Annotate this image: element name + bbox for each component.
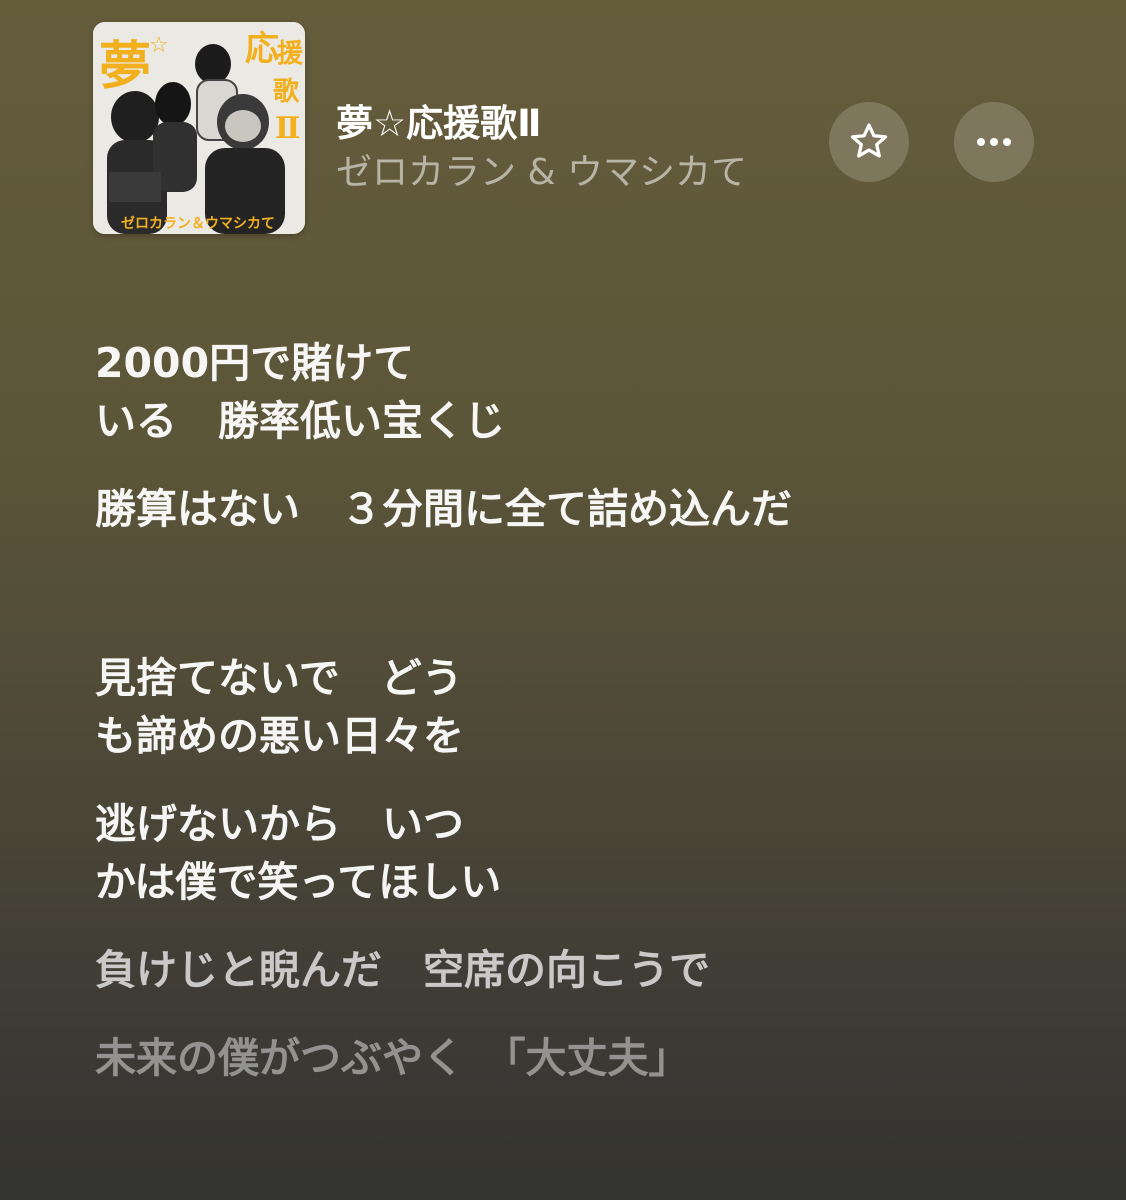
album-cover[interactable]: 夢 ☆ 応 援 歌 Ⅱ ゼロカラン＆ウマシカて bbox=[93, 22, 305, 234]
lyric-line[interactable]: 負けじと睨んだ 空席の向こうで bbox=[95, 941, 1095, 999]
svg-text:ゼロカラン＆ウマシカて: ゼロカラン＆ウマシカて bbox=[121, 215, 275, 232]
album-cover-art: 夢 ☆ 応 援 歌 Ⅱ ゼロカラン＆ウマシカて bbox=[93, 22, 305, 234]
song-title[interactable]: 夢☆応援歌Ⅱ bbox=[336, 93, 542, 147]
lyric-line[interactable]: 逃げないから いつ bbox=[95, 795, 1095, 853]
svg-text:応: 応 bbox=[245, 29, 279, 69]
svg-text:歌: 歌 bbox=[273, 77, 300, 107]
lyric-line[interactable]: かは僕で笑ってほしい bbox=[95, 853, 1095, 911]
lyrics-view[interactable]: 2000円で賭けて いる 勝率低い宝くじ 勝算はない ３分間に全て詰め込んだ 見… bbox=[95, 334, 1095, 1087]
svg-text:援: 援 bbox=[277, 39, 304, 69]
lyric-line[interactable]: いる 勝率低い宝くじ bbox=[95, 392, 1095, 450]
svg-text:☆: ☆ bbox=[149, 33, 169, 58]
more-options-button[interactable] bbox=[954, 102, 1034, 182]
ellipsis-icon bbox=[977, 138, 1011, 146]
artist-name[interactable]: ゼロカラン & ウマシカて bbox=[336, 143, 747, 195]
lyric-line[interactable]: も諦めの悪い日々を bbox=[95, 707, 1095, 765]
svg-text:夢: 夢 bbox=[99, 36, 151, 97]
lyric-line[interactable]: 見捨てないで どう bbox=[95, 649, 1095, 707]
favorite-button[interactable] bbox=[829, 102, 909, 182]
lyric-line[interactable]: 未来の僕がつぶやく 「大丈夫」 bbox=[95, 1029, 1095, 1087]
now-playing-header: 夢 ☆ 応 援 歌 Ⅱ ゼロカラン＆ウマシカて 夢☆応援歌Ⅱ ゼロカラン & ウ… bbox=[0, 0, 1126, 260]
lyric-line[interactable]: 2000円で賭けて bbox=[95, 334, 1095, 392]
star-icon bbox=[850, 123, 888, 158]
svg-text:Ⅱ: Ⅱ bbox=[275, 111, 300, 146]
lyric-line[interactable]: 勝算はない ３分間に全て詰め込んだ bbox=[95, 480, 1095, 538]
